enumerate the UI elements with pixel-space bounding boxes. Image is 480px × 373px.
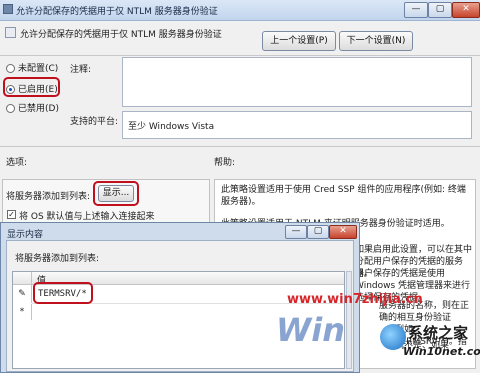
radio-label: 未配置(C) — [18, 64, 59, 74]
radio-circle — [6, 104, 15, 113]
dialog-title: 显示内容 — [7, 230, 44, 240]
row-edit-marker: ✎ — [13, 285, 32, 303]
platform-box: 至少 Windows Vista — [122, 111, 472, 139]
help-line: 此策略设置适用于使用 Cred SSP 组件的应用程序(例如: 终端服务器)。 — [221, 185, 466, 207]
previous-setting-button[interactable]: 上一个设置(P) — [262, 31, 336, 51]
highlight-ring-value — [33, 282, 93, 304]
setting-icon — [5, 27, 16, 38]
platform-label: 支持的平台: — [70, 117, 119, 127]
row-new-marker: * — [13, 304, 32, 320]
radio-label: 已禁用(D) — [18, 104, 59, 114]
watermark-site-url: www.win7zhijia.cn — [287, 292, 423, 307]
window-title: 允许分配保存的凭据用于仅 NTLM 服务器身份验证 — [16, 7, 218, 17]
next-setting-button[interactable]: 下一个设置(N) — [339, 31, 413, 51]
title-bar: 允许分配保存的凭据用于仅 NTLM 服务器身份验证 — ▢ ✕ — [0, 0, 480, 21]
maximize-button[interactable]: ▢ — [428, 2, 452, 18]
dialog-list-label: 将服务器添加到列表: — [15, 254, 100, 264]
highlight-ring-enabled — [3, 77, 60, 97]
concat-checkbox-label: 将 OS 默认值与上述输入连接起来 — [19, 212, 155, 222]
radio-disabled[interactable]: 已禁用(D) — [6, 101, 59, 114]
grid-scrollbar[interactable] — [346, 271, 352, 369]
watermark-brand-url: Win10net.com — [403, 345, 480, 358]
platform-value: 至少 Windows Vista — [128, 122, 215, 132]
add-servers-label: 将服务器添加到列表: — [6, 192, 91, 202]
help-label: 帮助: — [214, 158, 236, 168]
section-divider — [0, 146, 480, 147]
dialog-minimize-button[interactable]: — — [285, 225, 307, 239]
watermark-logo-text: Win — [276, 311, 346, 349]
dialog-maximize-button[interactable]: ▢ — [307, 225, 329, 239]
options-pane: 将服务器添加到列表: 显示... ✓ 将 OS 默认值与上述输入连接起来 — [2, 179, 210, 225]
radio-not-configured[interactable]: 未配置(C) — [6, 61, 58, 74]
concat-checkbox[interactable]: ✓ — [7, 210, 16, 219]
header-divider — [0, 55, 480, 56]
comment-label: 注释: — [70, 65, 92, 75]
radio-circle — [6, 64, 15, 73]
grid-header-divider — [31, 272, 32, 284]
options-label: 选项: — [6, 158, 28, 168]
comment-field[interactable] — [122, 57, 472, 107]
watermark-brand-cn: 系统之家 — [408, 324, 469, 342]
dialog-close-button[interactable]: ✕ — [329, 225, 357, 239]
policy-window-icon — [3, 4, 13, 14]
highlight-ring-show — [93, 181, 139, 206]
close-button[interactable]: ✕ — [452, 2, 480, 18]
minimize-button[interactable]: — — [404, 2, 428, 18]
policy-name: 允许分配保存的凭据用于仅 NTLM 服务器身份验证 — [20, 30, 222, 40]
